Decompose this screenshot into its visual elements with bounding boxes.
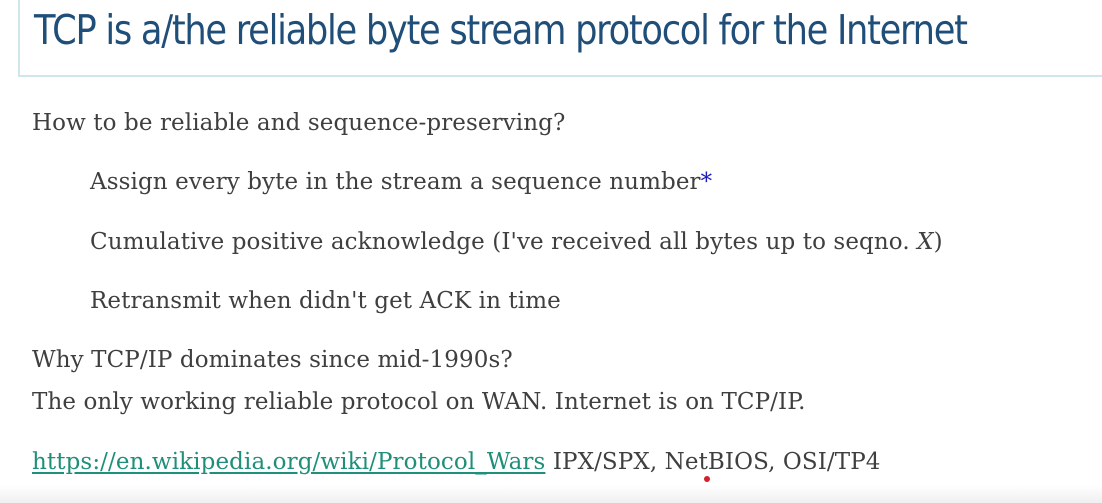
protocol-wars-line: https://en.wikipedia.org/wiki/Protocol_W…: [32, 449, 881, 475]
bullet-retransmit: Retransmit when didn't get ACK in time: [90, 288, 561, 314]
bullet-cumulative-ack-close: ): [933, 229, 943, 255]
protocol-list: IPX/SPX, NetBIOS, OSI/TP4: [545, 449, 881, 475]
bottom-fade: [0, 485, 1102, 503]
bullet-cumulative-ack-text: Cumulative positive acknowledge (I've re…: [90, 229, 918, 255]
title-band: TCP is a/the reliable byte stream protoc…: [18, 0, 1102, 77]
footnote-asterisk: *: [700, 169, 713, 195]
protocol-wars-link[interactable]: https://en.wikipedia.org/wiki/Protocol_W…: [32, 449, 545, 475]
question-reliability: How to be reliable and sequence-preservi…: [32, 110, 566, 136]
bullet-sequence-number: Assign every byte in the stream a sequen…: [90, 169, 712, 195]
question-dominance: Why TCP/IP dominates since mid-1990s?: [32, 347, 513, 373]
bullet-cumulative-ack: Cumulative positive acknowledge (I've re…: [90, 229, 943, 255]
answer-dominance: The only working reliable protocol on WA…: [32, 389, 806, 415]
slide-title: TCP is a/the reliable byte stream protoc…: [34, 6, 968, 54]
bullet-sequence-number-text: Assign every byte in the stream a sequen…: [90, 169, 701, 195]
seqno-variable: X: [917, 229, 934, 255]
laser-pointer-dot: [704, 476, 710, 482]
